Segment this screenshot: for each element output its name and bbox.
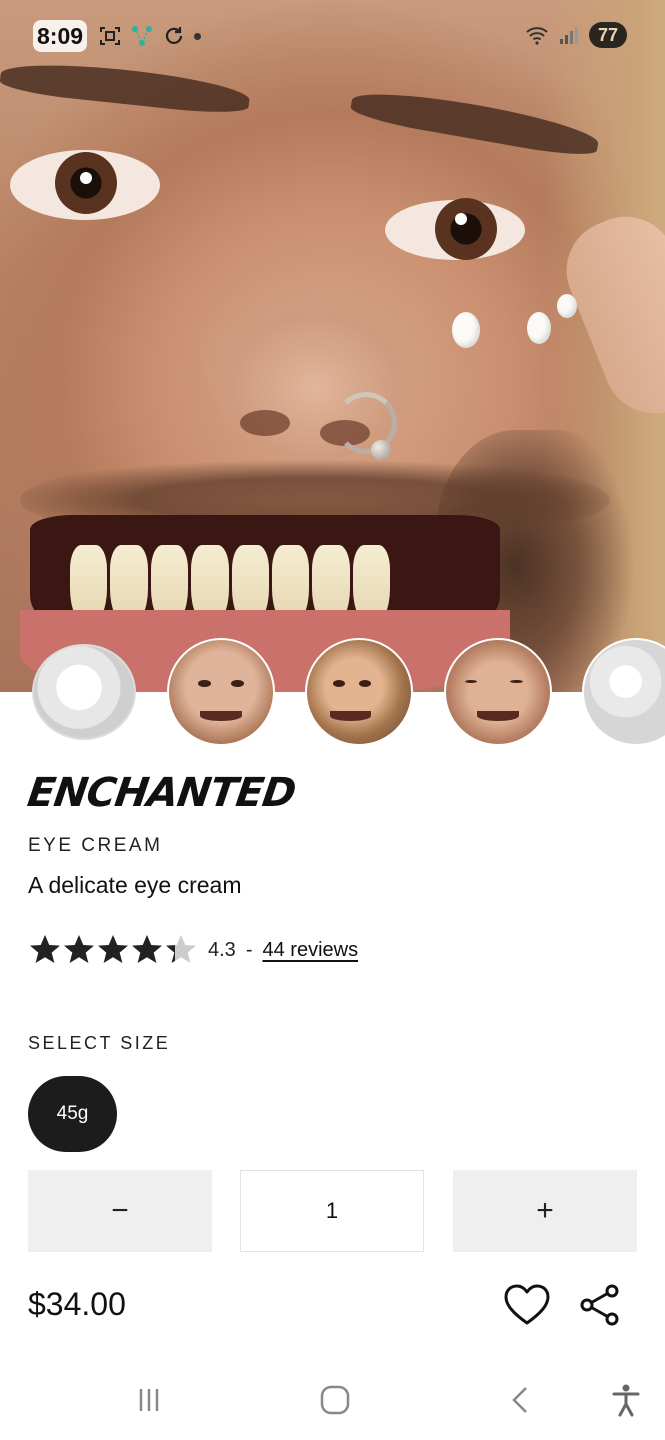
accessibility-button[interactable] xyxy=(606,1380,646,1420)
quantity-input[interactable] xyxy=(240,1170,424,1252)
cream-dot xyxy=(557,294,577,318)
left-eye-glint xyxy=(80,172,92,184)
size-option-45g[interactable]: 45g xyxy=(28,1076,117,1152)
cream-dot xyxy=(452,312,480,348)
share-icon[interactable] xyxy=(578,1283,622,1327)
system-navigation-bar xyxy=(0,1360,665,1440)
thumbnail-cream-swatch[interactable] xyxy=(32,644,136,740)
star-icon xyxy=(132,935,162,963)
cream-dot xyxy=(527,312,551,344)
screenshot-icon xyxy=(100,27,120,45)
thumbnail-model-hand-face[interactable] xyxy=(305,638,413,746)
recent-apps-button[interactable] xyxy=(129,1380,169,1420)
size-section-label: SELECT SIZE xyxy=(28,1033,171,1053)
rating-separator: - xyxy=(245,938,253,961)
star-icon xyxy=(64,935,94,963)
thumbnail-cream-texture[interactable] xyxy=(582,638,665,746)
battery-indicator: 77 xyxy=(589,22,627,48)
product-category: EYE CREAM xyxy=(28,835,163,856)
star-icon xyxy=(30,935,60,963)
thumbnail-model-eyes-closed[interactable] xyxy=(444,638,552,746)
status-time: 8:09 xyxy=(33,20,88,52)
product-description: A delicate eye cream xyxy=(28,872,242,898)
home-button[interactable] xyxy=(315,1380,355,1420)
signal-icon xyxy=(560,27,578,44)
rating-stars xyxy=(28,933,198,967)
plus-icon: + xyxy=(536,1194,554,1227)
star-icon xyxy=(98,935,128,963)
status-system-icons: 77 xyxy=(525,22,627,48)
accessibility-icon xyxy=(612,1384,640,1417)
reviews-link[interactable]: 44 reviews xyxy=(262,939,358,962)
back-icon xyxy=(512,1387,527,1413)
product-hero-image[interactable] xyxy=(0,0,665,692)
network-icon xyxy=(132,26,152,46)
decrease-quantity-button[interactable]: − xyxy=(28,1170,212,1252)
sync-icon xyxy=(165,27,183,44)
product-name: ENCHANTED xyxy=(24,770,299,816)
home-icon xyxy=(320,1385,350,1415)
status-bar: 8:09 77 xyxy=(0,0,665,72)
back-button[interactable] xyxy=(501,1380,541,1420)
right-eye-glint xyxy=(455,213,467,225)
recent-apps-icon xyxy=(139,1389,159,1411)
rating-row: 4.3 - 44 reviews xyxy=(28,930,358,970)
wifi-icon xyxy=(526,27,548,45)
left-nostril xyxy=(240,410,290,436)
heart-icon[interactable] xyxy=(503,1283,551,1327)
product-price: $34.00 xyxy=(28,1286,126,1322)
increase-quantity-button[interactable]: + xyxy=(453,1170,637,1252)
quantity-stepper: − + xyxy=(28,1170,638,1252)
star-icon xyxy=(166,935,196,963)
rating-value: 4.3 xyxy=(208,938,236,961)
minus-icon: − xyxy=(111,1194,129,1227)
right-iris xyxy=(435,198,497,260)
image-thumbnails xyxy=(0,638,665,748)
thumbnail-model-eye-cream[interactable] xyxy=(167,638,275,746)
notification-dot-icon xyxy=(194,32,201,40)
status-notification-icons xyxy=(98,24,201,48)
